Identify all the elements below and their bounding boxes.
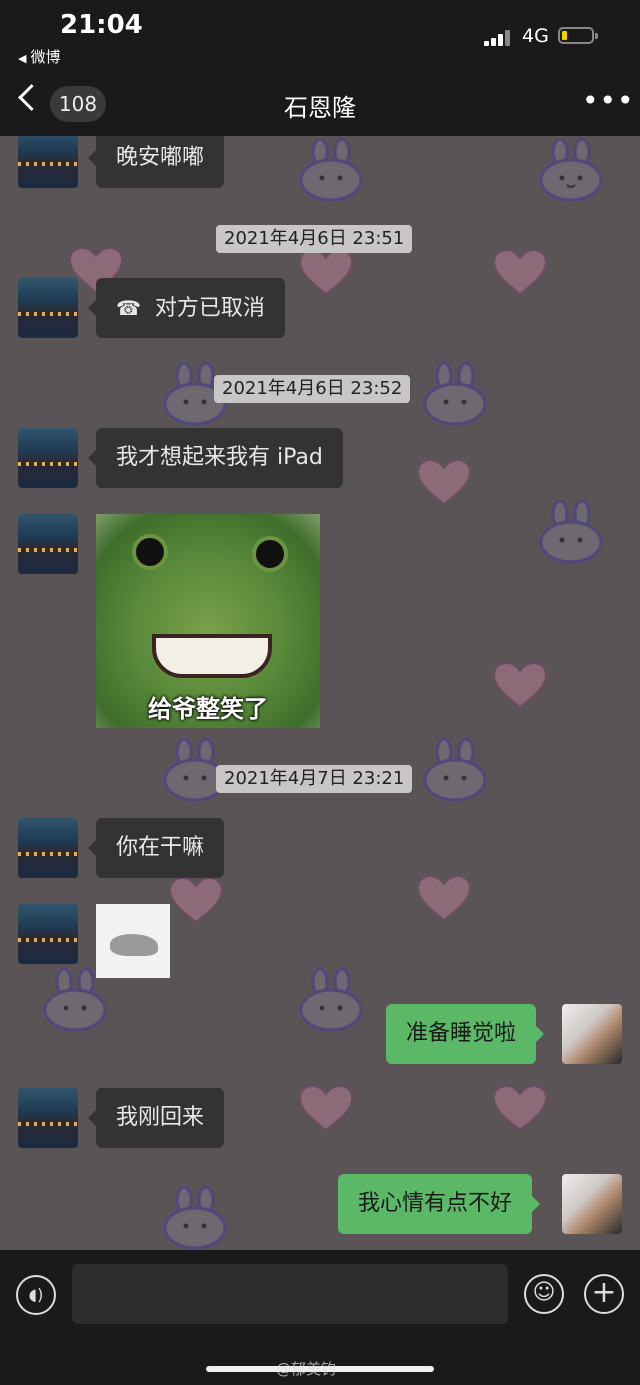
- message-timestamp: 2021年4月6日 23:51: [216, 225, 413, 253]
- back-to-app-link[interactable]: ◀ 微博: [18, 46, 60, 67]
- my-avatar[interactable]: [562, 1004, 622, 1064]
- my-avatar[interactable]: [562, 1174, 622, 1234]
- contact-avatar[interactable]: [18, 818, 78, 878]
- cancelled-call-label: 对方已取消: [154, 296, 265, 321]
- incoming-message-bubble[interactable]: 我刚回来: [87, 1088, 225, 1148]
- bunny-decoration-icon: [163, 1186, 227, 1250]
- more-dots-icon[interactable]: •••: [582, 87, 635, 115]
- emoji-icon[interactable]: ☺: [524, 1274, 564, 1314]
- heart-decoration-icon: [416, 874, 472, 922]
- incoming-message-bubble[interactable]: 你在干嘛: [87, 818, 225, 878]
- heart-decoration-icon: [298, 248, 354, 296]
- hangup-icon: ☎: [116, 296, 141, 320]
- heart-decoration-icon: [492, 248, 548, 296]
- watermark: @郁美钓: [276, 1360, 337, 1378]
- chat-title: 石恩隆: [284, 94, 356, 122]
- heart-decoration-icon: [168, 876, 224, 924]
- contact-avatar[interactable]: [18, 1088, 78, 1148]
- heart-decoration-icon: [492, 1084, 548, 1132]
- top-bar: 21:04 ◀ 微博 4G 108 石恩隆 •••: [0, 0, 640, 136]
- plus-icon[interactable]: +: [584, 1274, 624, 1314]
- frog-teeth: [152, 634, 272, 678]
- contact-avatar[interactable]: [18, 428, 78, 488]
- heart-decoration-icon: [492, 661, 548, 709]
- bunny-decoration-icon: [299, 968, 363, 1032]
- contact-avatar[interactable]: [18, 514, 78, 574]
- back-triangle-icon: ◀: [18, 52, 27, 65]
- heart-decoration-icon: [298, 1084, 354, 1132]
- frog-eye: [252, 536, 288, 572]
- back-app-label: 微博: [30, 48, 61, 66]
- bunny-decoration-icon: [423, 362, 487, 426]
- heart-decoration-icon: [416, 458, 472, 506]
- incoming-message-bubble[interactable]: 我才想起来我有 iPad: [88, 428, 343, 488]
- seal-sticker-image[interactable]: [96, 904, 170, 978]
- frog-eye: [132, 534, 168, 570]
- seal-figure: [110, 934, 158, 956]
- contact-avatar[interactable]: [18, 136, 78, 188]
- bunny-decoration-icon: [423, 738, 487, 802]
- cancelled-call-bubble[interactable]: ☎ 对方已取消: [88, 278, 285, 338]
- outgoing-message-bubble[interactable]: 准备睡觉啦: [386, 1004, 545, 1064]
- voice-icon[interactable]: ◖): [16, 1275, 56, 1315]
- outgoing-message-bubble[interactable]: 我心情有点不好: [338, 1174, 541, 1234]
- contact-avatar[interactable]: [18, 904, 78, 964]
- message-timestamp: 2021年4月7日 23:21: [216, 765, 413, 793]
- bunny-decoration-icon: [539, 500, 603, 564]
- signal-icon: [484, 30, 514, 46]
- status-time: 21:04: [60, 10, 143, 40]
- contact-avatar[interactable]: [18, 278, 78, 338]
- frog-sticker-image[interactable]: 给爷整笑了: [96, 514, 320, 728]
- bunny-decoration-icon: [539, 138, 603, 202]
- message-input[interactable]: [72, 1264, 508, 1324]
- incoming-message-bubble[interactable]: 晚安嘟嘟: [87, 136, 225, 188]
- sticker-caption: 给爷整笑了: [148, 695, 268, 723]
- bunny-decoration-icon: [299, 138, 363, 202]
- network-label: 4G: [522, 25, 549, 47]
- chat-area[interactable]: 晚安嘟嘟 2021年4月6日 23:51 ☎ 对方已取消 2021年4月6日 23…: [0, 136, 640, 1250]
- battery-icon: [558, 27, 598, 44]
- message-timestamp: 2021年4月6日 23:52: [214, 375, 411, 403]
